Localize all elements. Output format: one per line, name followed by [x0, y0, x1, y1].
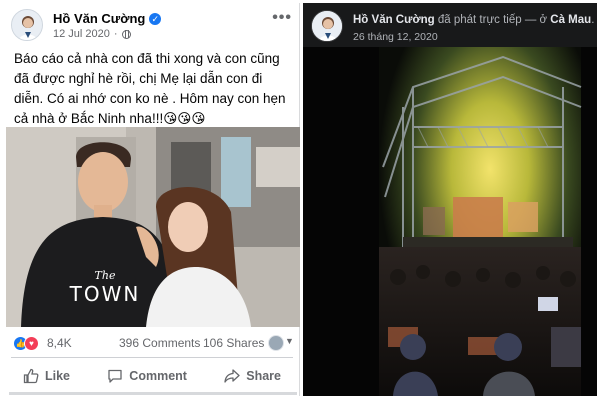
more-options-icon[interactable]: ••• — [272, 9, 292, 27]
title-period: . — [591, 14, 595, 26]
post-actions: Like Comment Share — [11, 361, 293, 391]
live-post-title: Hồ Văn Cường đã phát trực tiếp — ở Cà Ma… — [353, 14, 594, 26]
author-avatar[interactable] — [11, 9, 43, 41]
comment-label: Comment — [129, 369, 187, 383]
chevron-down-icon[interactable]: ▼ — [285, 336, 294, 346]
post-bottom-border — [9, 392, 297, 395]
like-label: Like — [45, 369, 71, 383]
globe-icon — [121, 29, 131, 39]
author-avatar[interactable] — [311, 10, 343, 42]
like-button[interactable]: Like — [11, 361, 82, 391]
live-video[interactable] — [303, 47, 597, 396]
share-button[interactable]: Share — [212, 361, 293, 391]
shirt-text: The TOWN — [60, 269, 150, 306]
shares-count[interactable]: 106 Shares — [203, 336, 264, 350]
post-header: Hồ Văn Cường ✓ 12 Jul 2020 · ••• — [11, 9, 296, 45]
reactions-count[interactable]: 8,4K — [47, 336, 72, 350]
comment-bubble-icon — [108, 369, 122, 383]
viewer-avatar[interactable] — [268, 335, 284, 351]
post-photo[interactable]: The TOWN — [6, 127, 300, 327]
author-name[interactable]: Hồ Văn Cường — [353, 14, 435, 26]
actions-divider — [11, 357, 293, 358]
live-post-header: Hồ Văn Cường đã phát trực tiếp — ở Cà Ma… — [311, 10, 594, 46]
post-date[interactable]: 26 tháng 12, 2020 — [353, 31, 438, 43]
facebook-post-left: Hồ Văn Cường ✓ 12 Jul 2020 · ••• Báo cáo… — [3, 3, 300, 396]
share-label: Share — [246, 369, 281, 383]
meta-separator: · — [113, 28, 118, 40]
verified-badge-icon: ✓ — [149, 12, 162, 25]
shirt-text-the: The — [94, 269, 116, 282]
comment-button[interactable]: Comment — [95, 361, 199, 391]
author-name[interactable]: Hồ Văn Cường — [53, 11, 145, 26]
post-date[interactable]: 12 Jul 2020 — [53, 28, 110, 40]
post-text: Báo cáo cả nhà con đã thi xong và con cũ… — [14, 51, 286, 126]
comments-count[interactable]: 396 Comments — [119, 336, 200, 350]
reactions-bar: 👍 ♥ 8,4K 396 Comments 106 Shares ▼ — [13, 335, 294, 353]
thumbs-up-icon — [23, 368, 39, 384]
share-arrow-icon — [224, 369, 240, 383]
facebook-post-right: Hồ Văn Cường đã phát trực tiếp — ở Cà Ma… — [303, 3, 597, 396]
shirt-text-town: TOWN — [69, 282, 141, 306]
location-link[interactable]: Cà Mau — [550, 14, 591, 26]
love-reaction-icon: ♥ — [24, 336, 39, 351]
live-action-text: đã phát trực tiếp — ở — [434, 14, 551, 26]
